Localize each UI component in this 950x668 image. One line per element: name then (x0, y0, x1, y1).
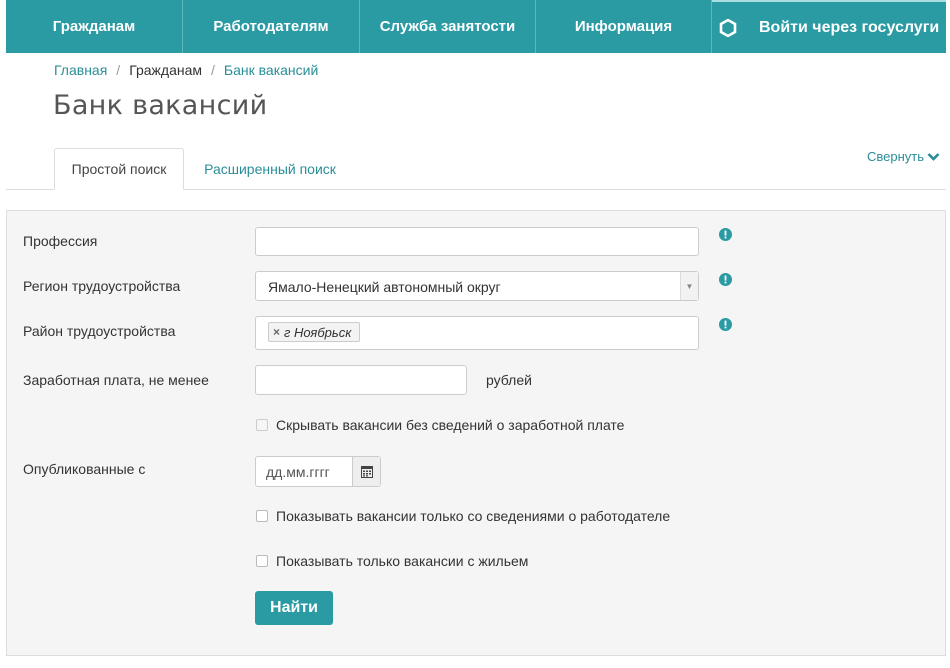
checkbox-box[interactable] (256, 510, 268, 522)
gosuslugi-login-label: Войти через госуслуги (759, 18, 940, 36)
district-tag-label: г Ноябрьск (284, 324, 352, 340)
tab-advanced-search[interactable]: Расширенный поиск (194, 148, 346, 190)
breadcrumb-section: Гражданам (129, 62, 203, 78)
remove-tag-icon[interactable]: × (273, 325, 280, 339)
hide-no-salary-checkbox[interactable]: Скрывать вакансии без сведений о заработ… (256, 417, 624, 433)
breadcrumb-home-link[interactable]: Главная (54, 62, 107, 78)
district-multiselect[interactable]: × г Ноябрьск (255, 316, 699, 350)
info-icon[interactable] (719, 273, 732, 286)
tab-simple-search[interactable]: Простой поиск (54, 148, 184, 190)
info-icon[interactable] (719, 228, 732, 241)
nav-item-information[interactable]: Информация (536, 0, 712, 53)
info-icon[interactable] (719, 318, 732, 331)
region-select[interactable]: Ямало-Ненецкий автономный округ ▼ (255, 271, 699, 301)
top-nav: Гражданам Работодателям Служба занятости… (6, 0, 946, 53)
page-title: Банк вакансий (53, 90, 268, 121)
gosuslugi-hexagon-icon (719, 18, 737, 37)
collapse-label: Свернуть (867, 149, 925, 164)
checkbox-box[interactable] (256, 419, 268, 431)
search-form-panel: Профессия Регион трудоустройства Ямало-Н… (6, 210, 946, 656)
region-select-value: Ямало-Ненецкий автономный округ (268, 279, 501, 295)
nav-item-label: Служба занятости (379, 18, 516, 35)
breadcrumb: Главная / Гражданам / Банк вакансий (54, 62, 318, 78)
district-label: Район трудоустройства (23, 323, 176, 339)
employer-info-label: Показывать вакансии только со сведениями… (276, 508, 671, 524)
region-label: Регион трудоустройства (23, 278, 181, 294)
breadcrumb-separator: / (211, 62, 215, 78)
salary-suffix: рублей (486, 372, 532, 388)
date-placeholder: дд.мм.гггг (266, 463, 330, 480)
nav-item-label: Гражданам (52, 18, 136, 35)
salary-label: Заработная плата, не менее (23, 372, 209, 388)
salary-input[interactable] (255, 365, 467, 395)
search-button[interactable]: Найти (255, 591, 333, 625)
nav-item-label: Информация (574, 18, 673, 35)
published-date-input[interactable]: дд.мм.гггг (255, 456, 381, 487)
profession-label: Профессия (23, 233, 98, 249)
published-label: Опубликованные с (23, 461, 146, 477)
profession-input[interactable] (255, 227, 699, 256)
calendar-icon[interactable] (352, 457, 380, 486)
breadcrumb-separator: / (116, 62, 121, 78)
breadcrumb-current-link[interactable]: Банк вакансий (224, 62, 318, 78)
collapse-toggle[interactable]: Свернуть (867, 149, 940, 164)
checkbox-box[interactable] (256, 555, 268, 567)
dropdown-arrow-icon: ▼ (680, 272, 698, 300)
district-tag: × г Ноябрьск (268, 322, 361, 342)
gosuslugi-login-button[interactable]: Войти через госуслуги (712, 0, 946, 53)
nav-item-employment-service[interactable]: Служба занятости (360, 0, 536, 53)
nav-item-label: Работодателям (213, 18, 329, 35)
housing-only-checkbox[interactable]: Показывать только вакансии с жильем (256, 553, 528, 569)
nav-item-employers[interactable]: Работодателям (183, 0, 360, 53)
nav-item-citizens[interactable]: Гражданам (6, 0, 183, 53)
housing-only-label: Показывать только вакансии с жильем (276, 553, 529, 569)
employer-info-checkbox[interactable]: Показывать вакансии только со сведениями… (256, 508, 670, 524)
chevron-down-icon (927, 152, 940, 161)
hide-no-salary-label: Скрывать вакансии без сведений о заработ… (276, 417, 625, 433)
